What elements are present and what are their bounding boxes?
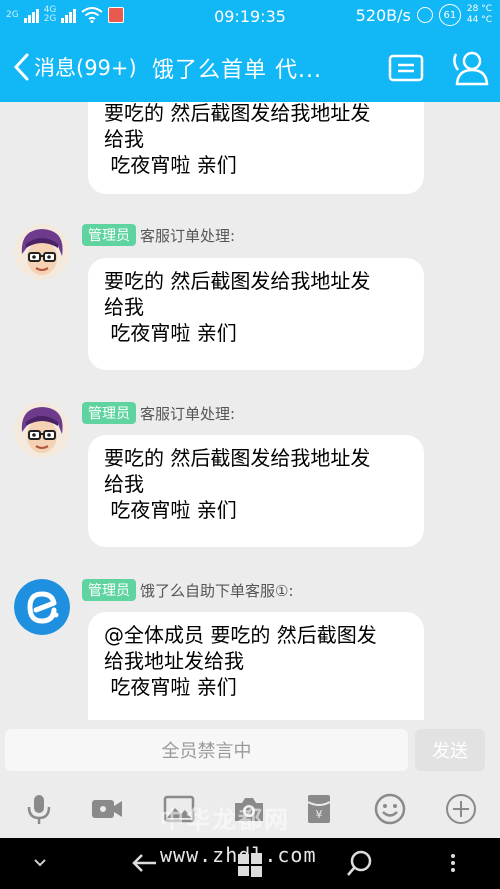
red-packet-icon[interactable]: ¥	[302, 792, 336, 826]
message-meta: 管理员 客服订单处理:	[82, 402, 235, 424]
admin-badge: 管理员	[82, 579, 136, 601]
sender-avatar[interactable]	[14, 224, 70, 280]
alarm-icon	[416, 7, 433, 23]
send-button[interactable]: 发送	[415, 729, 485, 771]
muted-input-field[interactable]: 全员禁言中	[5, 729, 408, 771]
admin-badge: 管理员	[82, 224, 136, 246]
windows-logo-icon[interactable]	[237, 852, 263, 878]
svg-text:¥: ¥	[316, 808, 323, 821]
message-meta: 管理员 客服订单处理:	[82, 224, 235, 246]
more-options-icon[interactable]	[448, 852, 458, 874]
sender-avatar[interactable]	[14, 579, 70, 635]
plus-icon[interactable]	[444, 792, 478, 826]
back-arrow-icon[interactable]	[130, 848, 160, 878]
eleme-logo-icon	[14, 579, 70, 635]
temp-1: 28 °C	[466, 4, 492, 14]
message-bubble[interactable]: 要吃的 然后截图发给我地址发 给我 吃夜宵啦 亲们	[88, 435, 424, 547]
back-button[interactable]: 消息(99+)	[12, 52, 137, 82]
system-nav-bar: www.zhdl.com	[0, 838, 500, 889]
temperature-readout: 28 °C 44 °C	[467, 4, 492, 26]
cartoon-avatar-icon	[14, 224, 70, 280]
input-bar: 全员禁言中 发送	[0, 722, 500, 778]
message-bubble[interactable]: 要吃的 然后截图发给我地址发 给我 吃夜宵啦 亲们	[88, 102, 424, 194]
emoji-icon[interactable]	[373, 792, 407, 826]
sender-name: 客服订单处理:	[140, 404, 236, 423]
sender-avatar[interactable]	[14, 402, 70, 458]
video-icon[interactable]	[90, 792, 124, 826]
sender-name: 饿了么自助下单客服①:	[140, 581, 294, 600]
temp-2: 44 °C	[466, 15, 492, 25]
network-speed: 520B/s	[355, 5, 411, 25]
back-label: 消息(99+)	[34, 56, 137, 80]
battery-indicator: 61	[438, 4, 461, 26]
camera-icon[interactable]	[232, 792, 266, 826]
cartoon-avatar-icon	[14, 402, 70, 458]
message-bubble[interactable]: 要吃的 然后截图发给我地址发 给我 吃夜宵啦 亲们	[88, 258, 424, 370]
search-icon[interactable]	[345, 848, 375, 878]
message-bubble[interactable]: @全体成员 要吃的 然后截图发 给我地址发给我 吃夜宵啦 亲们	[88, 612, 424, 720]
message-meta: 管理员 饿了么自助下单客服①:	[82, 579, 294, 601]
status-bar: 2G 4G 2G 09:19:35 520B/s 61 28 °C 44 °C	[0, 0, 500, 34]
admin-badge: 管理员	[82, 402, 136, 424]
chat-title: 饿了么首单 代...	[152, 58, 322, 83]
profile-card-icon[interactable]	[388, 54, 424, 82]
chevron-left-icon	[13, 53, 29, 81]
chevron-down-icon[interactable]	[30, 852, 50, 872]
chat-header: 消息(99+) 饿了么首单 代...	[0, 34, 500, 102]
input-toolbar: ¥	[0, 778, 500, 838]
sender-name: 客服订单处理:	[140, 226, 236, 245]
image-icon[interactable]	[162, 792, 196, 826]
group-members-icon[interactable]	[450, 48, 490, 88]
microphone-icon[interactable]	[22, 792, 56, 826]
message-list[interactable]: 要吃的 然后截图发给我地址发 给我 吃夜宵啦 亲们 管理员 客服订单处理: 要吃…	[0, 102, 500, 720]
